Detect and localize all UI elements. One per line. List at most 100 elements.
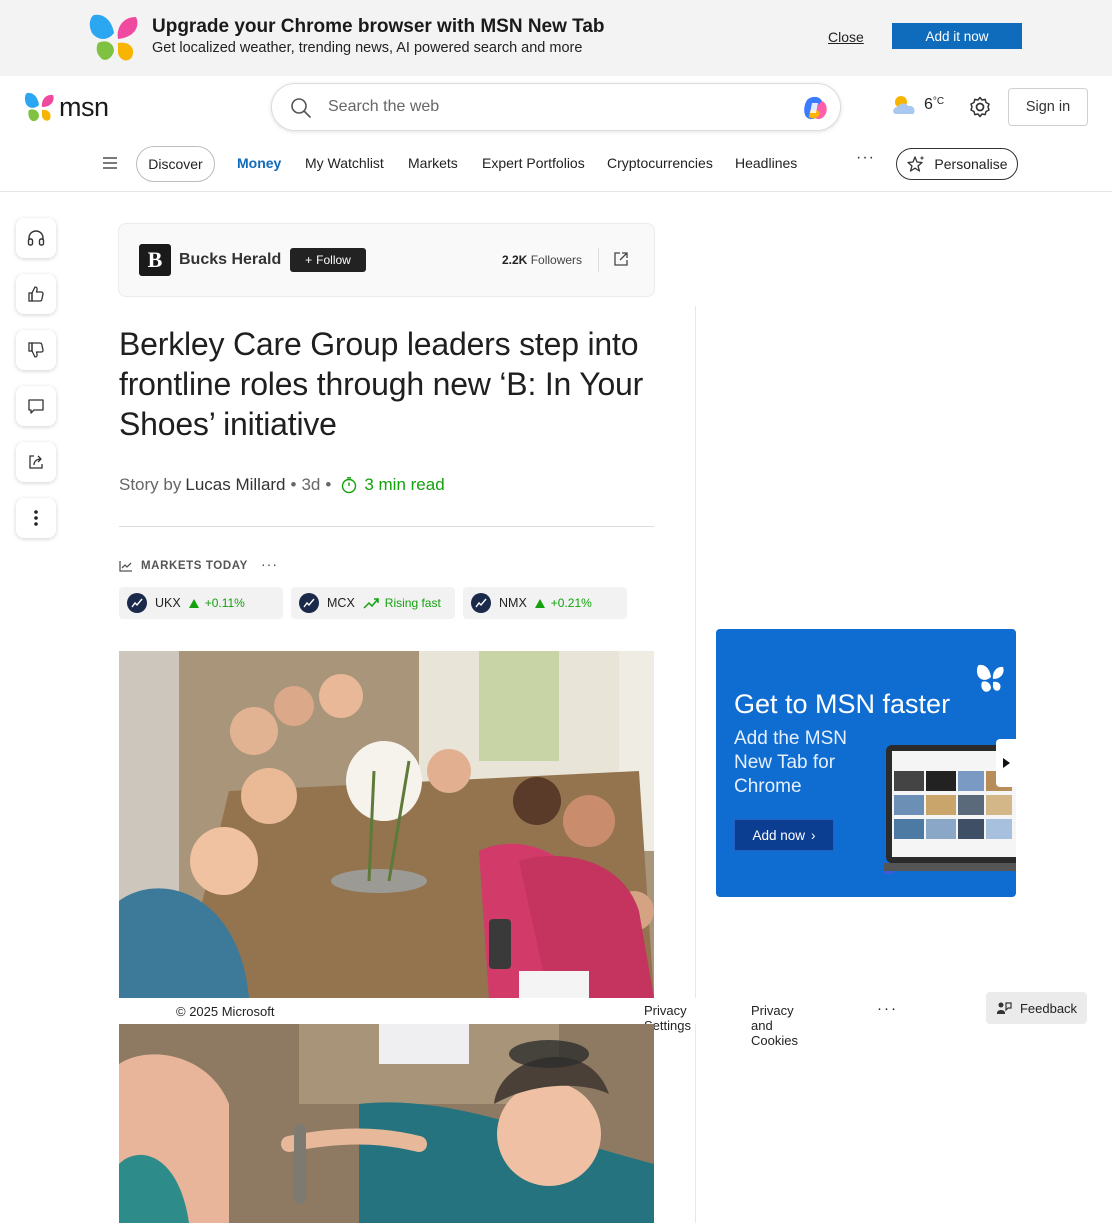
ticker-change-value: +0.11% [204, 596, 245, 610]
nav-item-expert-portfolios[interactable]: Expert Portfolios [482, 155, 585, 171]
msn-butterfly-logo [89, 14, 138, 61]
follow-button[interactable]: + Follow [290, 248, 366, 272]
weather-unit: °C [932, 96, 945, 107]
like-button[interactable] [16, 274, 56, 314]
page-footer: © 2025 Microsoft Privacy Settings Privac… [119, 998, 798, 1048]
ticker-change-value: +0.21% [550, 596, 592, 610]
nav-item-headlines[interactable]: Headlines [735, 155, 797, 171]
read-time-label: 3 min read [364, 475, 445, 494]
search-icon [291, 98, 311, 118]
index-icon [299, 593, 319, 613]
publisher-name[interactable]: Bucks Herald [179, 251, 281, 269]
publisher-card: B Bucks Herald + Follow 2.2K Followers [118, 223, 655, 297]
close-banner-button[interactable]: Close [828, 29, 864, 45]
followers-label: Followers [530, 253, 583, 267]
thumbs-up-icon [28, 286, 44, 302]
byline-separator: • [325, 475, 332, 494]
footer-more-button[interactable]: ··· [877, 1000, 898, 1017]
plus-icon: + [305, 253, 313, 267]
followers-count: 2.2K Followers [502, 253, 582, 267]
sparkle-star-icon [907, 155, 925, 172]
headphones-icon [27, 230, 45, 246]
index-icon [127, 593, 147, 613]
ticker-mcx[interactable]: MCX Rising fast [291, 587, 455, 619]
chart-icon [119, 561, 132, 572]
article-age: 3d [301, 475, 321, 494]
ad-button-label: Add now [752, 827, 806, 843]
ticker-symbol: NMX [499, 596, 527, 610]
copyright-text: © 2025 Microsoft [176, 1004, 275, 1019]
banner-subtitle: Get localized weather, trending news, AI… [152, 40, 583, 56]
ad-add-now-button[interactable]: Add now › [734, 819, 834, 851]
byline-divider [119, 526, 654, 527]
sign-in-button[interactable]: Sign in [1008, 88, 1088, 126]
site-header: msn 6°C Sign in Discover [0, 76, 1112, 192]
play-arrow-icon [1003, 758, 1010, 768]
followers-number: 2.2K [502, 253, 528, 267]
external-link-icon[interactable] [613, 251, 629, 267]
arrow-up-icon [188, 598, 199, 608]
ad-title: Get to MSN faster [734, 689, 951, 719]
feedback-icon [996, 1002, 1012, 1014]
index-icon [471, 593, 491, 613]
markets-today-label: MARKETS TODAY [119, 560, 248, 572]
feedback-button[interactable]: Feedback [986, 992, 1087, 1024]
chevron-right-icon: › [811, 827, 816, 843]
feedback-label: Feedback [1019, 1000, 1078, 1016]
article-byline: Story by Lucas Millard • 3d • 3 min read [119, 475, 445, 495]
publisher-divider [598, 248, 599, 272]
comment-button[interactable] [16, 386, 56, 426]
story-by-label: Story by [119, 475, 182, 494]
nav-more-button[interactable]: ··· [856, 149, 875, 167]
more-vertical-icon [34, 510, 38, 526]
markets-more-button[interactable]: ··· [261, 556, 278, 572]
ticker-ukx[interactable]: UKX +0.11% [119, 587, 283, 619]
msn-logo[interactable]: msn [24, 91, 116, 123]
arrow-up-icon [534, 598, 545, 608]
personalise-label: Personalise [934, 156, 1008, 172]
byline-separator: • [290, 475, 297, 494]
listen-button[interactable] [16, 218, 56, 258]
settings-gear-icon[interactable] [968, 95, 992, 119]
weather-temperature: 6 [924, 96, 933, 113]
copilot-icon[interactable] [800, 93, 830, 123]
article-headline: Berkley Care Group leaders step into fro… [119, 326, 644, 442]
personalise-button[interactable]: Personalise [896, 148, 1018, 180]
partly-cloudy-icon [893, 96, 915, 114]
hamburger-menu-icon[interactable] [102, 155, 118, 171]
nav-item-discover[interactable]: Discover [136, 146, 215, 182]
search-box[interactable] [271, 83, 841, 131]
add-it-now-button[interactable]: Add it now [892, 23, 1022, 49]
ad-subtitle: Add the MSN New Tab for Chrome [734, 728, 847, 797]
ticker-change-value: Rising fast [384, 596, 441, 610]
trending-up-icon [363, 598, 379, 609]
banner-title: Upgrade your Chrome browser with MSN New… [152, 16, 605, 37]
timer-icon [342, 477, 357, 494]
msn-wordmark: msn [59, 91, 109, 122]
ad-next-arrow[interactable] [996, 739, 1016, 787]
thumbs-down-icon [28, 342, 44, 358]
nav-item-markets[interactable]: Markets [408, 155, 458, 171]
ticker-symbol: MCX [327, 596, 355, 610]
more-options-button[interactable] [16, 498, 56, 538]
share-button[interactable] [16, 442, 56, 482]
nav-item-my-watchlist[interactable]: My Watchlist [305, 155, 384, 171]
author-name[interactable]: Lucas Millard [185, 475, 285, 495]
privacy-cookies-link[interactable]: Privacy and Cookies [751, 1003, 798, 1048]
article-photo [119, 651, 654, 998]
ticker-symbol: UKX [155, 596, 181, 610]
ticker-nmx[interactable]: NMX +0.21% [463, 587, 627, 619]
msn-butterfly-icon [24, 92, 54, 122]
category-nav: Discover Money My Watchlist Markets Expe… [0, 146, 1112, 182]
nav-item-money[interactable]: Money [237, 155, 281, 171]
msn-promo-ad[interactable]: Get to MSN faster Add the MSN New Tab fo… [716, 629, 1016, 897]
column-divider [695, 306, 696, 1223]
share-icon [29, 455, 43, 469]
dislike-button[interactable] [16, 330, 56, 370]
search-input[interactable] [328, 90, 788, 124]
publisher-logo[interactable]: B [139, 244, 171, 276]
follow-label: Follow [316, 253, 351, 267]
nav-item-cryptocurrencies[interactable]: Cryptocurrencies [607, 155, 713, 171]
weather-widget[interactable]: 6°C [890, 92, 944, 118]
comment-icon [28, 399, 44, 414]
